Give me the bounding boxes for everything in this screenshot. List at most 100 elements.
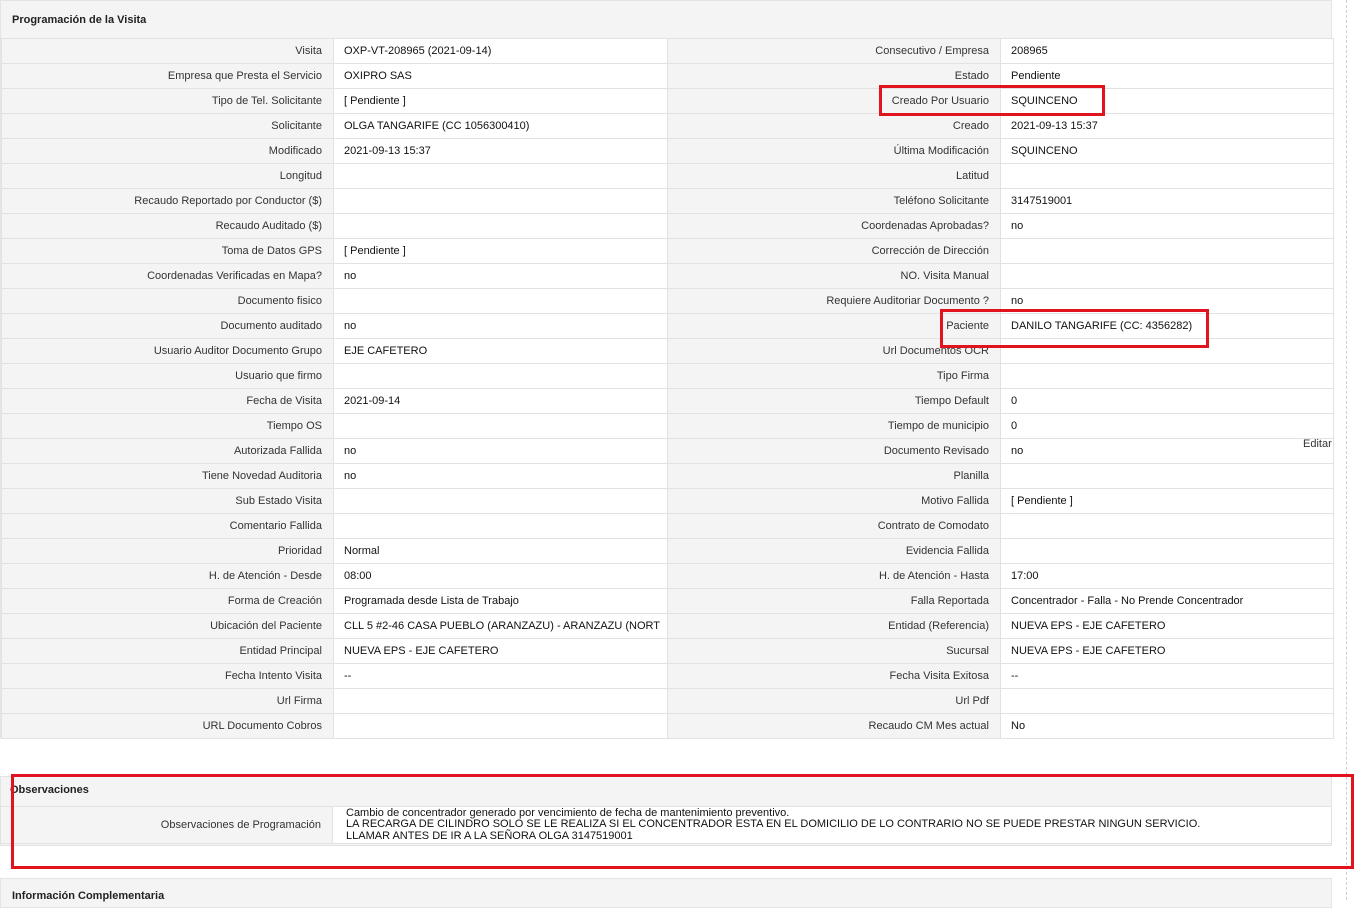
detail-row: H. de Atención - Desde 08:00 H. de Atenció… (1, 563, 1334, 589)
field-value (1000, 688, 1334, 714)
field-label: Corrección de Dirección (667, 238, 1001, 264)
field-label: Coordenadas Verificadas en Mapa? (1, 263, 334, 289)
observaciones-line: LLAMAR ANTES DE IR A LA SEÑORA OLGA 3147… (346, 829, 633, 842)
field-label: Documento fisico (1, 288, 334, 314)
detail-row: Documento auditado no Paciente DANILO TANG… (1, 313, 1334, 339)
field-label: NO. Visita Manual (667, 263, 1001, 289)
field-value (333, 188, 668, 214)
field-value (333, 163, 668, 189)
field-label: Forma de Creación (1, 588, 334, 614)
field-value: [ Pendiente ] (333, 88, 668, 114)
visit-details-table: Visita OXP-VT-208965 (2021-09-14) Consecut… (1, 38, 1334, 739)
field-value: no (333, 263, 668, 289)
field-label: Recaudo CM Mes actual (667, 713, 1001, 739)
field-label: URL Documento Cobros (1, 713, 334, 739)
field-label: Teléfono Solicitante (667, 188, 1001, 214)
field-label: Url Documentos OCR (667, 338, 1001, 364)
field-value: no (1000, 213, 1334, 239)
field-label: Última Modificación (667, 138, 1001, 164)
field-value: -- (333, 663, 668, 689)
field-value (333, 688, 668, 714)
field-value: 2021-09-14 (333, 388, 668, 414)
field-value: Concentrador - Falla - No Prende Concent… (1000, 588, 1334, 614)
field-value: -- (1000, 663, 1334, 689)
observaciones-table: Observaciones de Programación Cambio de … (0, 806, 1332, 844)
field-label: Tipo de Tel. Solicitante (1, 88, 334, 114)
field-value (333, 288, 668, 314)
field-label: Tiene Novedad Auditoria (1, 463, 334, 489)
field-value (333, 363, 668, 389)
field-value: no (1000, 288, 1334, 314)
field-value (1000, 538, 1334, 564)
detail-row: Solicitante OLGA TANGARIFE (CC 1056300410… (1, 113, 1334, 139)
observaciones-label: Observaciones de Programación (0, 806, 333, 844)
field-value: [ Pendiente ] (333, 238, 668, 264)
detail-row: Visita OXP-VT-208965 (2021-09-14) Consecut… (1, 38, 1334, 64)
detail-row: Forma de Creación Programada desde Lista … (1, 588, 1334, 614)
field-label: Tiempo OS (1, 413, 334, 439)
field-value: no (333, 313, 668, 339)
field-label: Url Pdf (667, 688, 1001, 714)
detail-row: Longitud Latitud (1, 163, 1334, 189)
field-value: no (333, 438, 668, 464)
field-value: DANILO TANGARIFE (CC: 4356282) (1000, 313, 1334, 339)
field-value: 0 (1000, 388, 1334, 414)
field-label: Latitud (667, 163, 1001, 189)
field-label: Fecha Intento Visita (1, 663, 334, 689)
observaciones-value: Cambio de concentrador generado por venc… (332, 806, 1332, 844)
field-label: Falla Reportada (667, 588, 1001, 614)
field-value: no (333, 463, 668, 489)
field-value: OXP-VT-208965 (2021-09-14) (333, 38, 668, 64)
field-value: 2021-09-13 15:37 (1000, 113, 1334, 139)
editar-link[interactable]: Editar (1303, 438, 1332, 450)
field-label: Empresa que Presta el Servicio (1, 63, 334, 89)
field-value: 0 (1000, 413, 1334, 439)
field-label: Documento auditado (1, 313, 334, 339)
field-label: Estado (667, 63, 1001, 89)
field-value: SQUINCENO (1000, 138, 1334, 164)
field-label: Fecha Visita Exitosa (667, 663, 1001, 689)
detail-row: Tipo de Tel. Solicitante[ Pendiente ] Cre… (1, 88, 1334, 114)
field-value: EJE CAFETERO (333, 338, 668, 364)
detail-row: Toma de Datos GPS[ Pendiente ] Corrección… (1, 238, 1334, 264)
detail-row: Usuario que firmo Tipo Firma (1, 363, 1334, 389)
detail-row: Fecha Intento Visita -- Fecha Visita Exit… (1, 663, 1334, 689)
field-value: No (1000, 713, 1334, 739)
detail-row: Url Firma Url Pdf (1, 688, 1334, 714)
detail-row: URL Documento Cobros Recaudo CM Mes actua… (1, 713, 1334, 739)
detail-row: Prioridad Normal Evidencia Fallida (1, 538, 1334, 564)
field-value: OXIPRO SAS (333, 63, 668, 89)
detail-row: Usuario Auditor Documento Grupo EJE CAFET… (1, 338, 1334, 364)
field-label: Toma de Datos GPS (1, 238, 334, 264)
field-label: Comentario Fallida (1, 513, 334, 539)
field-value: 208965 (1000, 38, 1334, 64)
field-value: 17:00 (1000, 563, 1334, 589)
field-value: NUEVA EPS - EJE CAFETERO (333, 638, 668, 664)
field-value (1000, 363, 1334, 389)
field-value (333, 413, 668, 439)
field-value: Programada desde Lista de Trabajo (333, 588, 668, 614)
field-value (1000, 513, 1334, 539)
detail-row: Autorizada Fallida no Documento Revisado … (1, 438, 1334, 464)
field-value (333, 513, 668, 539)
field-value: SQUINCENO (1000, 88, 1334, 114)
detail-row: Documento fisico Requiere Auditoriar Docu… (1, 288, 1334, 314)
detail-row: Tiene Novedad Auditoria no Planilla (1, 463, 1334, 489)
field-label: Motivo Fallida (667, 488, 1001, 514)
field-label: Usuario Auditor Documento Grupo (1, 338, 334, 364)
detail-row: Coordenadas Verificadas en Mapa? no NO. V… (1, 263, 1334, 289)
programacion-section: Programación de la Visita Visita OXP-VT-2… (0, 0, 1334, 739)
detail-row: Comentario Fallida Contrato de Comodato (1, 513, 1334, 539)
observaciones-row: Observaciones de Programación Cambio de … (0, 806, 1332, 844)
field-label: Autorizada Fallida (1, 438, 334, 464)
scrollbar-track[interactable] (1346, 0, 1348, 900)
field-label: Usuario que firmo (1, 363, 334, 389)
field-label: Prioridad (1, 538, 334, 564)
detail-row: Modificado 2021-09-13 15:37 Última Modific… (1, 138, 1334, 164)
field-label: Fecha de Visita (1, 388, 334, 414)
field-label: Evidencia Fallida (667, 538, 1001, 564)
detail-row: Empresa que Presta el Servicio OXIPRO SAS… (1, 63, 1334, 89)
field-value: [ Pendiente ] (1000, 488, 1334, 514)
field-label: Coordenadas Aprobadas? (667, 213, 1001, 239)
detail-row: Entidad Principal NUEVA EPS - EJE CAFETER… (1, 638, 1334, 664)
